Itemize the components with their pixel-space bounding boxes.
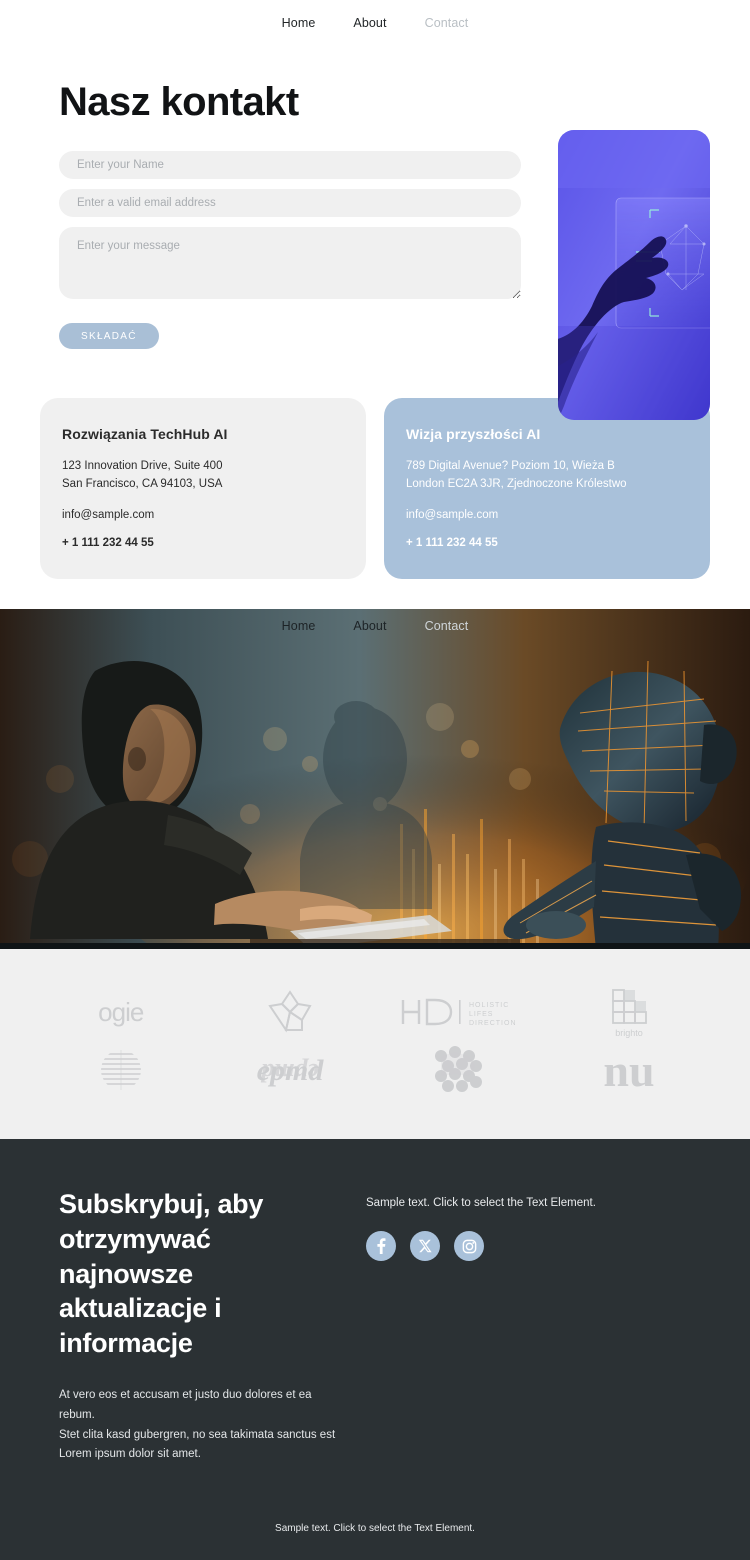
email-input[interactable]: [59, 189, 521, 217]
logo-nu: nu: [581, 1044, 677, 1096]
instagram-glyph: [462, 1239, 476, 1254]
footer-body-line-2: Stet clita kasd gubergren, no sea takima…: [59, 1428, 336, 1441]
banner-nav-item-about[interactable]: About: [353, 619, 386, 633]
facebook-icon[interactable]: [366, 1231, 396, 1262]
logo-epmd: epmd epmd: [235, 1046, 345, 1094]
logo-dot-pattern: [431, 1044, 489, 1096]
footer-body-line-3: Lorem ipsum dolor sit amet.: [59, 1448, 201, 1461]
card-title: Rozwiązania TechHub AI: [62, 426, 228, 442]
primary-navigation: Home About Contact: [0, 0, 750, 46]
partner-logos-section: ogie HOLISTIC LIFES DIRECTION brighto ep…: [0, 949, 750, 1140]
logo-row-top: ogie HOLISTIC LIFES DIRECTION brighto: [36, 983, 714, 1041]
facebook-glyph: [377, 1238, 386, 1255]
svg-text:DIRECTION: DIRECTION: [469, 1020, 517, 1027]
hero-image: [558, 130, 710, 420]
brighto-blocks-icon: brighto: [612, 989, 648, 1038]
social-links: [366, 1231, 710, 1262]
nav-item-contact[interactable]: Contact: [425, 16, 469, 30]
message-textarea[interactable]: [59, 227, 521, 299]
logo-hd-holistic: HOLISTIC LIFES DIRECTION: [397, 992, 523, 1032]
banner-nav-item-home[interactable]: Home: [282, 619, 316, 633]
footer-social-column: Sample text. Click to select the Text El…: [366, 1187, 710, 1465]
footer-subscribe-column: Subskrybuj, aby otrzymywać najnowsze akt…: [40, 1187, 340, 1465]
footer-columns: Subskrybuj, aby otrzymywać najnowsze akt…: [40, 1187, 710, 1465]
hand-touchscreen-illustration: [558, 130, 710, 420]
banner-navigation: Home About Contact: [0, 619, 750, 633]
instagram-icon[interactable]: [454, 1231, 484, 1262]
submit-button[interactable]: SKŁADAĆ: [59, 323, 159, 349]
card-phone[interactable]: + 1 111 232 44 55: [406, 537, 688, 549]
footer-bottom-text: Sample text. Click to select the Text El…: [275, 1523, 475, 1535]
logo-brighto: brighto: [597, 984, 661, 1040]
logo-flower-star: [264, 986, 316, 1038]
logo-ogie-text: ogie: [98, 996, 144, 1027]
card-address-line-1: 123 Innovation Drive, Suite 400: [62, 460, 223, 472]
striped-sphere-icon: [100, 1050, 141, 1091]
page-title: Nasz kontakt: [59, 80, 299, 124]
banner-section: Home About Contact: [0, 609, 750, 950]
hd-holistic-lockup-icon: HOLISTIC LIFES DIRECTION: [401, 999, 517, 1027]
svg-text:HOLISTIC: HOLISTIC: [469, 1002, 509, 1009]
x-twitter-icon[interactable]: [410, 1231, 440, 1262]
card-email[interactable]: info@sample.com: [62, 507, 344, 525]
card-title: Wizja przyszłości AI: [406, 426, 541, 442]
card-phone[interactable]: + 1 111 232 44 55: [62, 537, 344, 549]
contact-form: SKŁADAĆ: [59, 151, 521, 349]
logo-row-bottom: epmd epmd nu: [36, 1041, 714, 1099]
footer-heading: Subskrybuj, aby otrzymywać najnowsze akt…: [59, 1189, 264, 1358]
card-address-line-1: 789 Digital Avenue? Poziom 10, Wieża B: [406, 460, 615, 472]
name-input[interactable]: [59, 151, 521, 179]
svg-text:epmd: epmd: [260, 1058, 319, 1087]
nav-item-home[interactable]: Home: [282, 16, 316, 30]
nu-text: nu: [604, 1045, 655, 1096]
contact-card-techhub: Rozwiązania TechHub AI 123 Innovation Dr…: [40, 398, 366, 580]
logo-striped-sphere: [95, 1044, 147, 1096]
nu-wordmark-icon: nu: [604, 1045, 655, 1096]
logo-ogie: ogie: [98, 996, 144, 1028]
svg-text:brighto: brighto: [615, 1028, 643, 1038]
contact-card-wizja: Wizja przyszłości AI 789 Digital Avenue?…: [384, 398, 710, 580]
card-address-line-2: London EC2A 3JR, Zjednoczone Królestwo: [406, 477, 627, 490]
footer-body-line-1: At vero eos et accusam et justo duo dolo…: [59, 1389, 312, 1421]
card-email[interactable]: info@sample.com: [406, 507, 688, 525]
ai-collaboration-illustration: [0, 609, 750, 950]
banner-nav-item-contact[interactable]: Contact: [425, 619, 469, 633]
flower-star-icon: [268, 990, 312, 1033]
footer-sample-text: Sample text. Click to select the Text El…: [366, 1197, 596, 1210]
site-footer: Subskrybuj, aby otrzymywać najnowsze akt…: [0, 1139, 750, 1560]
nav-item-about[interactable]: About: [353, 16, 386, 30]
epmd-script-icon: epmd epmd: [257, 1054, 325, 1087]
svg-text:LIFES: LIFES: [469, 1011, 493, 1018]
contact-hero-section: Nasz kontakt SKŁADAĆ: [0, 46, 750, 420]
x-glyph: [418, 1240, 432, 1253]
card-address-line-2: San Francisco, CA 94103, USA: [62, 477, 223, 490]
dot-pattern-icon: [434, 1046, 482, 1093]
